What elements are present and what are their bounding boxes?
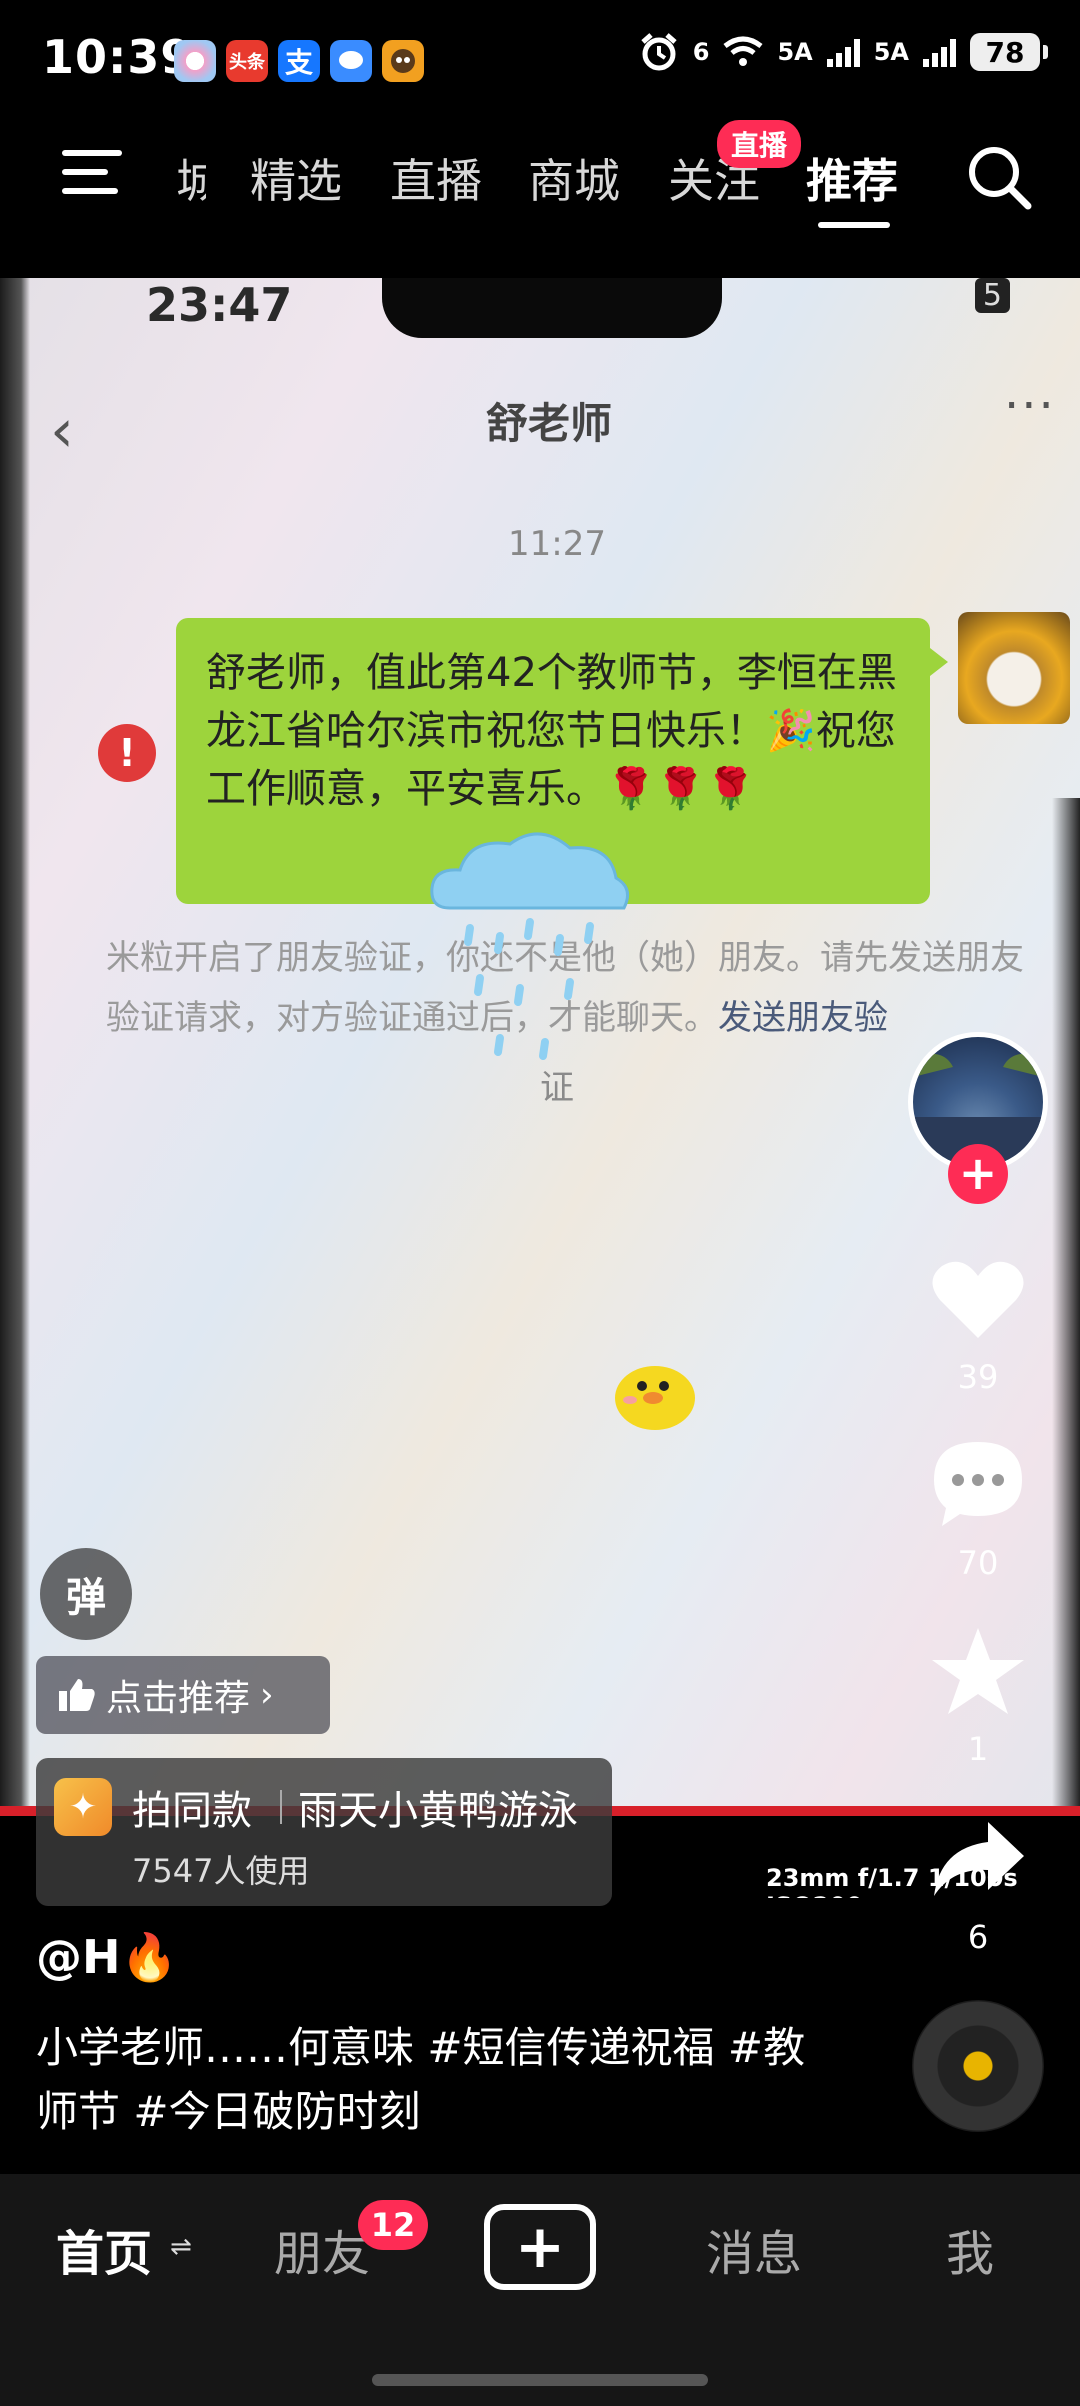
danmaku-toggle-button[interactable]: 弹 [40, 1548, 132, 1640]
recommend-button[interactable]: 点击推荐 › [36, 1656, 330, 1734]
message-icon [330, 40, 372, 82]
notification-icons: 头条 支 [174, 40, 424, 82]
rain-cloud-sticker [430, 832, 630, 1060]
friends-badge: 12 [358, 2200, 428, 2250]
thumbs-up-icon [59, 1679, 95, 1711]
tab-recommended[interactable]: 推荐 [806, 145, 898, 211]
clock: 10:39 [42, 30, 194, 84]
author-handle[interactable]: @H🔥 [36, 1930, 178, 1985]
alipay-icon-label: 支 [284, 46, 313, 79]
signal-icon [826, 37, 860, 67]
toutiao-icon-label: 头条 [229, 52, 265, 73]
chevron-right-icon: › [260, 1675, 274, 1715]
phone-notch [382, 278, 722, 338]
nav-home[interactable]: 首页 [56, 2214, 152, 2284]
battery-indicator: 78 [970, 33, 1048, 71]
nav-messages[interactable]: 消息 [706, 2214, 802, 2284]
yellow-duck-sticker [615, 1366, 695, 1430]
inner-status: 5 [974, 278, 1010, 313]
follow-button[interactable]: + [948, 1144, 1008, 1204]
signal-icon [923, 37, 956, 67]
video-caption[interactable]: 小学老师……何意味 #短信传递祝福 #教师节 #今日破防时刻 [36, 2016, 836, 2144]
template-label: 拍同款 [132, 1788, 252, 1834]
comment-count: 70 [957, 1544, 999, 1582]
message-time: 11:27 [508, 524, 606, 564]
home-indicator [372, 2374, 708, 2386]
comment-icon[interactable] [928, 1434, 1028, 1534]
wifi-icon [723, 36, 763, 66]
like-count: 39 [957, 1358, 999, 1396]
game-icon [382, 40, 424, 82]
album-icon [174, 40, 216, 82]
divider [280, 1790, 282, 1824]
template-name: 雨天小黄鸭游泳 [298, 1788, 578, 1834]
status-indicators: 6 5A 5A 78 [639, 32, 1048, 72]
camera-info: 23mm f/1.7 1/100s ISO200 [766, 1864, 1018, 1898]
nav-friends[interactable]: 朋友 [274, 2214, 370, 2284]
phone-edge [1052, 798, 1080, 1898]
sparkle-icon: ✦ [54, 1778, 112, 1836]
share-icon[interactable] [928, 1812, 1028, 1912]
tab-mall-partial[interactable]: 城 [176, 145, 206, 211]
nav-me[interactable]: 我 [946, 2214, 994, 2284]
menu-icon[interactable] [62, 150, 122, 196]
status-bar: 10:39 头条 支 6 5A 5A 78 [0, 0, 1080, 120]
network-label-2: 5A [873, 38, 909, 66]
chat-title: 舒老师 [486, 399, 613, 448]
star-icon[interactable] [928, 1622, 1028, 1722]
alipay-icon: 支 [278, 40, 320, 82]
wifi-label: 6 [692, 38, 710, 66]
phone-edge [0, 278, 30, 1898]
toutiao-icon: 头条 [226, 40, 268, 82]
inner-battery: 5 [974, 278, 1010, 313]
more-icon: ··· [1004, 378, 1056, 434]
music-disc-icon[interactable] [912, 2000, 1044, 2132]
back-icon: ‹ [50, 396, 74, 466]
search-icon[interactable] [966, 144, 1032, 210]
network-label-1: 5A [777, 38, 813, 66]
recommend-label: 点击推荐 [106, 1678, 251, 1719]
notice-link: 发送朋友验 [718, 998, 888, 1038]
tab-featured[interactable]: 精选 [250, 145, 342, 211]
error-icon: ! [98, 724, 156, 782]
template-usage: 7547人使用 [132, 1852, 310, 1890]
alarm-icon [641, 33, 677, 71]
same-template-card[interactable]: ✦ 拍同款 雨天小黄鸭游泳 7547人使用 [36, 1758, 612, 1906]
live-badge: 直播 [717, 120, 802, 168]
create-button[interactable]: + [484, 2204, 596, 2290]
swap-icon: ⇌ [170, 2232, 192, 2262]
favorite-count: 1 [967, 1730, 989, 1768]
tab-mall[interactable]: 商城 [528, 145, 620, 211]
inner-clock: 23:47 [146, 278, 293, 332]
sender-avatar [958, 612, 1070, 724]
active-tab-indicator [818, 222, 890, 228]
share-count: 6 [967, 1918, 989, 1956]
heart-icon[interactable] [928, 1250, 1028, 1350]
tab-live[interactable]: 直播 [390, 145, 482, 211]
